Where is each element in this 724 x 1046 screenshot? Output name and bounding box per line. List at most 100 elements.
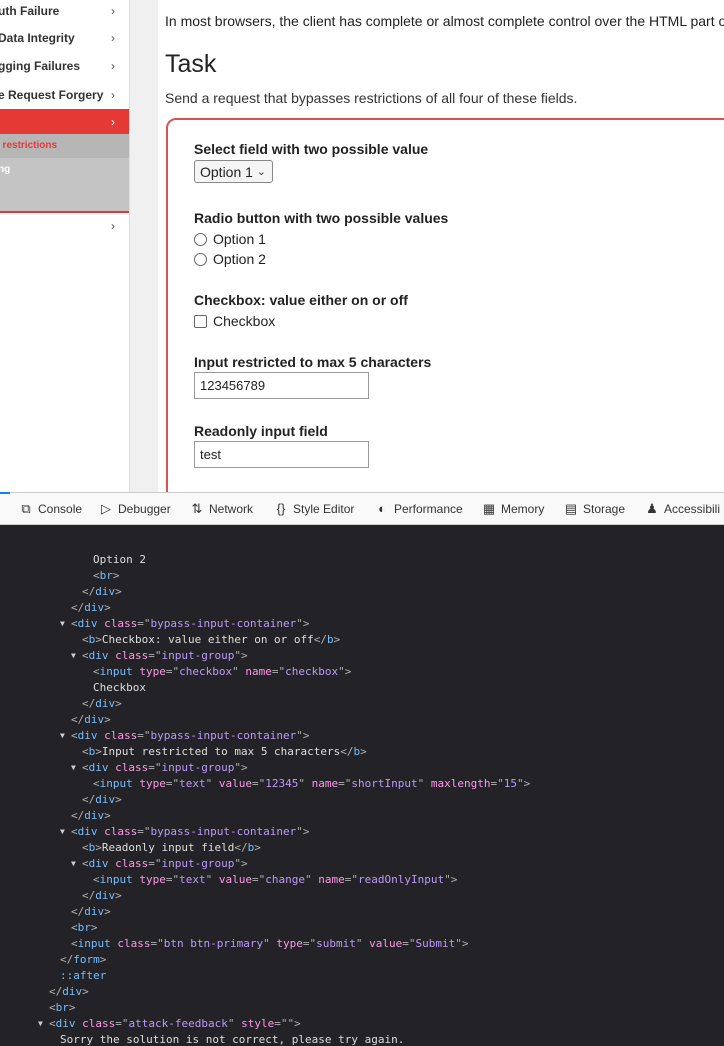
- radio-option-label: Option 2: [213, 251, 266, 267]
- active-tab-indicator: [0, 492, 10, 494]
- sidebar-item-data-integrity[interactable]: Data Integrity ›: [0, 25, 129, 51]
- code-line[interactable]: ▼ <div class="input-group">: [71, 648, 248, 664]
- chevron-right-icon: ›: [111, 115, 115, 129]
- task-title: Task: [165, 50, 217, 78]
- tab-memory[interactable]: ▦ Memory: [482, 493, 545, 526]
- expand-triangle-icon[interactable]: ▼: [71, 648, 76, 664]
- tab-accessibility[interactable]: ♟ Accessibili: [645, 493, 720, 526]
- code-line[interactable]: </div>: [71, 712, 111, 728]
- readonly-input-label: Readonly input field: [194, 423, 328, 439]
- code-line[interactable]: <input type="text" value="12345" name="s…: [93, 776, 530, 792]
- code-line[interactable]: <input class="btn btn-primary" type="sub…: [71, 936, 468, 952]
- checkbox-field-label: Checkbox: value either on or off: [194, 292, 408, 308]
- expand-triangle-icon[interactable]: ▼: [60, 616, 65, 632]
- sidebar-item-next[interactable]: ›: [0, 213, 129, 239]
- chevron-right-icon: ›: [111, 59, 115, 73]
- select-field-label: Select field with two possible value: [194, 141, 429, 157]
- sidebar-item-logging-failures[interactable]: gging Failures ›: [0, 53, 129, 79]
- sidebar-item-active[interactable]: ›: [0, 109, 129, 135]
- sidebar-subitem[interactable]: ng: [0, 164, 10, 175]
- code-line[interactable]: </div>: [82, 792, 122, 808]
- code-line[interactable]: Sorry the solution is not correct, pleas…: [60, 1032, 404, 1046]
- tab-style-editor[interactable]: {} Style Editor: [274, 493, 355, 526]
- code-line[interactable]: <input type="checkbox" name="checkbox">: [93, 664, 351, 680]
- tab-debugger[interactable]: ▷ Debugger: [99, 493, 171, 526]
- storage-icon: ▤: [564, 501, 578, 516]
- code-line[interactable]: </div>: [71, 600, 111, 616]
- tab-label: Storage: [583, 502, 626, 516]
- chevron-down-icon: ⌄: [256, 166, 266, 178]
- radio-option-2[interactable]: Option 2: [194, 251, 266, 267]
- checkbox-option[interactable]: Checkbox: [194, 313, 275, 329]
- content-gutter: [130, 0, 158, 492]
- code-line[interactable]: <br>: [71, 920, 98, 936]
- short-input-label: Input restricted to max 5 characters: [194, 354, 432, 370]
- task-description: Send a request that bypasses restriction…: [165, 90, 578, 106]
- expand-triangle-icon[interactable]: ▼: [60, 824, 65, 840]
- code-line[interactable]: ::after: [60, 968, 106, 984]
- checkbox[interactable]: [194, 315, 207, 328]
- code-line[interactable]: ▼ <div class="bypass-input-container">: [60, 616, 309, 632]
- sidebar-item-label: uth Failure: [0, 4, 60, 18]
- code-line[interactable]: </form>: [60, 952, 106, 968]
- code-line[interactable]: Option 2: [93, 552, 146, 568]
- code-line[interactable]: <b>Readonly input field</b>: [82, 840, 261, 856]
- sidebar-item-auth-failure[interactable]: uth Failure ›: [0, 0, 129, 24]
- chevron-right-icon: ›: [111, 219, 115, 233]
- sidebar-subitem-restrictions[interactable]: l restrictions: [0, 134, 129, 158]
- devtools-toolbar: ⧉ Console ▷ Debugger ⇅ Network {} Style Edit…: [0, 492, 724, 525]
- intro-text: In most browsers, the client has complet…: [165, 13, 724, 29]
- tab-network[interactable]: ⇅ Network: [190, 493, 253, 526]
- tab-label: Console: [38, 502, 83, 516]
- expand-triangle-icon[interactable]: ▼: [60, 728, 65, 744]
- code-line[interactable]: <b>Checkbox: value either on or off</b>: [82, 632, 340, 648]
- tab-label: Performance: [394, 502, 463, 516]
- tab-label: Accessibili: [664, 502, 721, 516]
- tab-label: Memory: [501, 502, 545, 516]
- code-line[interactable]: </div>: [71, 808, 111, 824]
- code-line[interactable]: <b>Input restricted to max 5 characters<…: [82, 744, 367, 760]
- chevron-right-icon: ›: [111, 31, 115, 45]
- style-editor-icon: {}: [276, 501, 286, 516]
- tab-performance[interactable]: ◐ Performance: [375, 493, 463, 526]
- code-line[interactable]: <br>: [49, 1000, 76, 1016]
- checkbox-text: Checkbox: [213, 313, 276, 329]
- tab-label: Debugger: [118, 502, 171, 516]
- code-line[interactable]: Checkbox: [93, 680, 146, 696]
- code-line[interactable]: ▼ <div class="bypass-input-container">: [60, 824, 309, 840]
- code-line[interactable]: </div>: [82, 696, 122, 712]
- performance-icon: ◐: [378, 501, 386, 516]
- code-line[interactable]: <input type="text" value="change" name="…: [93, 872, 457, 888]
- radio-button[interactable]: [194, 253, 207, 266]
- expand-triangle-icon[interactable]: ▼: [71, 856, 76, 872]
- code-line[interactable]: </div>: [82, 584, 122, 600]
- radio-field-label: Radio button with two possible values: [194, 210, 449, 226]
- code-line[interactable]: </div>: [71, 904, 111, 920]
- short-input[interactable]: 123456789: [194, 372, 369, 399]
- tab-console[interactable]: ⧉ Console: [19, 493, 82, 526]
- sidebar-item-request-forgery[interactable]: e Request Forgery ›: [0, 82, 129, 108]
- radio-option-1[interactable]: Option 1: [194, 231, 266, 247]
- accessibility-icon: ♟: [646, 501, 658, 516]
- code-line[interactable]: </div>: [82, 888, 122, 904]
- code-line[interactable]: </div>: [49, 984, 89, 1000]
- expand-triangle-icon[interactable]: ▼: [38, 1016, 43, 1032]
- expand-triangle-icon[interactable]: ▼: [71, 760, 76, 776]
- select-field[interactable]: Option 1 ⌄: [194, 160, 273, 183]
- radio-button[interactable]: [194, 233, 207, 246]
- main-content: In most browsers, the client has complet…: [158, 0, 724, 492]
- debugger-icon: ▷: [101, 501, 111, 516]
- code-line[interactable]: <br>: [93, 568, 120, 584]
- code-line[interactable]: ▼ <div class="bypass-input-container">: [60, 728, 309, 744]
- console-icon: ⧉: [21, 501, 31, 516]
- sidebar-item-label: Data Integrity: [0, 31, 75, 45]
- sidebar-item-label: e Request Forgery: [0, 88, 104, 102]
- tab-storage[interactable]: ▤ Storage: [564, 493, 625, 526]
- inspector-breadcrumb-bar: [0, 525, 724, 549]
- readonly-input[interactable]: test: [194, 441, 369, 468]
- code-line[interactable]: ▼ <div class="input-group">: [71, 856, 248, 872]
- tab-label: Network: [209, 502, 254, 516]
- code-line[interactable]: ▼ <div class="attack-feedback" style="">: [38, 1016, 301, 1032]
- sidebar: uth Failure › Data Integrity › gging Fai…: [0, 0, 130, 492]
- code-line[interactable]: ▼ <div class="input-group">: [71, 760, 248, 776]
